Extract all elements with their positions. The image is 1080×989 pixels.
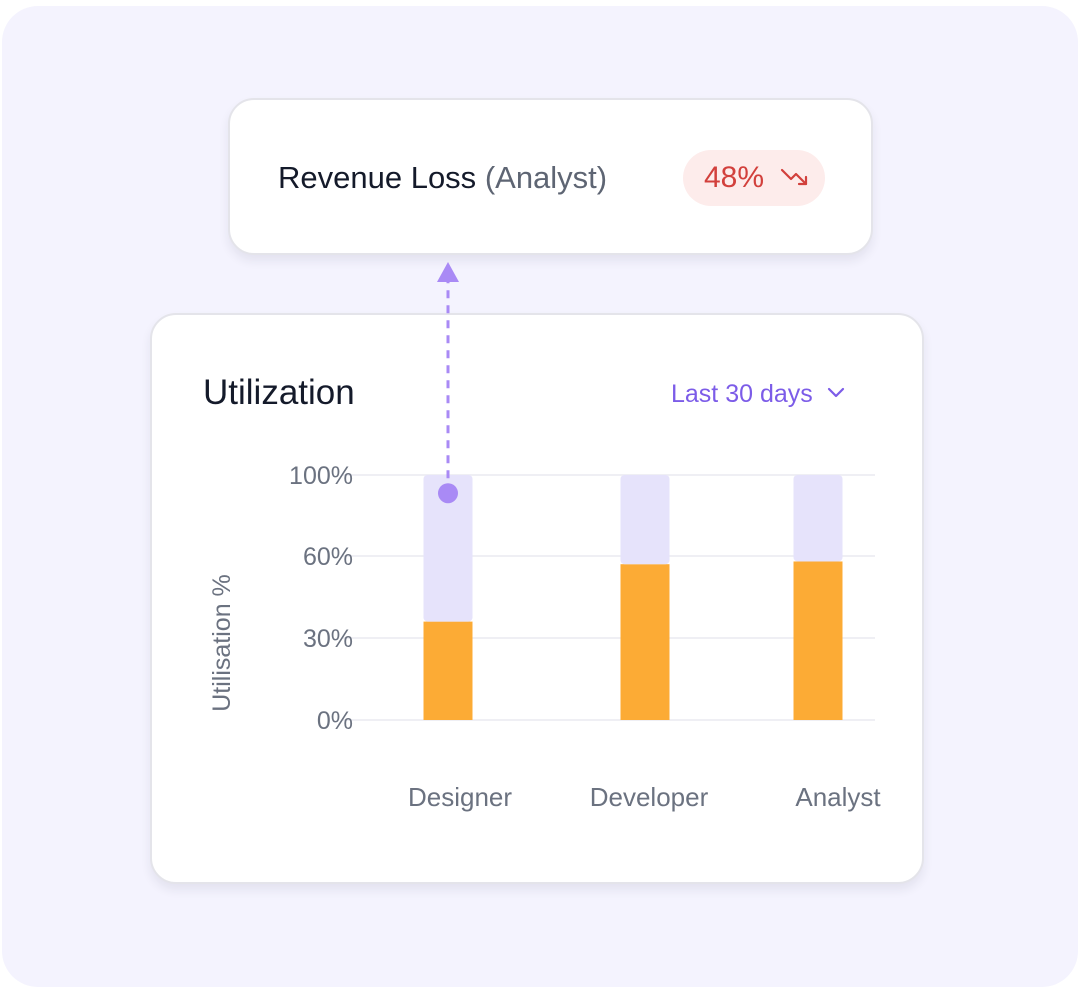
highlight-point[interactable] <box>438 483 458 504</box>
bar-used[interactable] <box>423 621 473 720</box>
y-tick-label: 60% <box>303 543 353 571</box>
y-tick-label: 100% <box>289 462 353 490</box>
x-tick-label: Developer <box>590 782 709 812</box>
y-tick-label: 30% <box>303 625 353 653</box>
x-tick-label: Analyst <box>795 782 881 812</box>
x-tick-label: Designer <box>408 782 512 812</box>
utilization-chart: 0% 30% 60% 100% Utilisation % Designer Develop… <box>208 262 881 812</box>
bar-remaining[interactable] <box>793 475 843 562</box>
bar-used[interactable] <box>793 561 843 720</box>
y-axis-label: Utilisation % <box>208 574 236 712</box>
bar-remaining[interactable] <box>620 475 670 565</box>
connector-arrow-icon <box>437 262 459 282</box>
bar-used[interactable] <box>620 564 670 720</box>
y-tick-label: 0% <box>317 707 353 735</box>
